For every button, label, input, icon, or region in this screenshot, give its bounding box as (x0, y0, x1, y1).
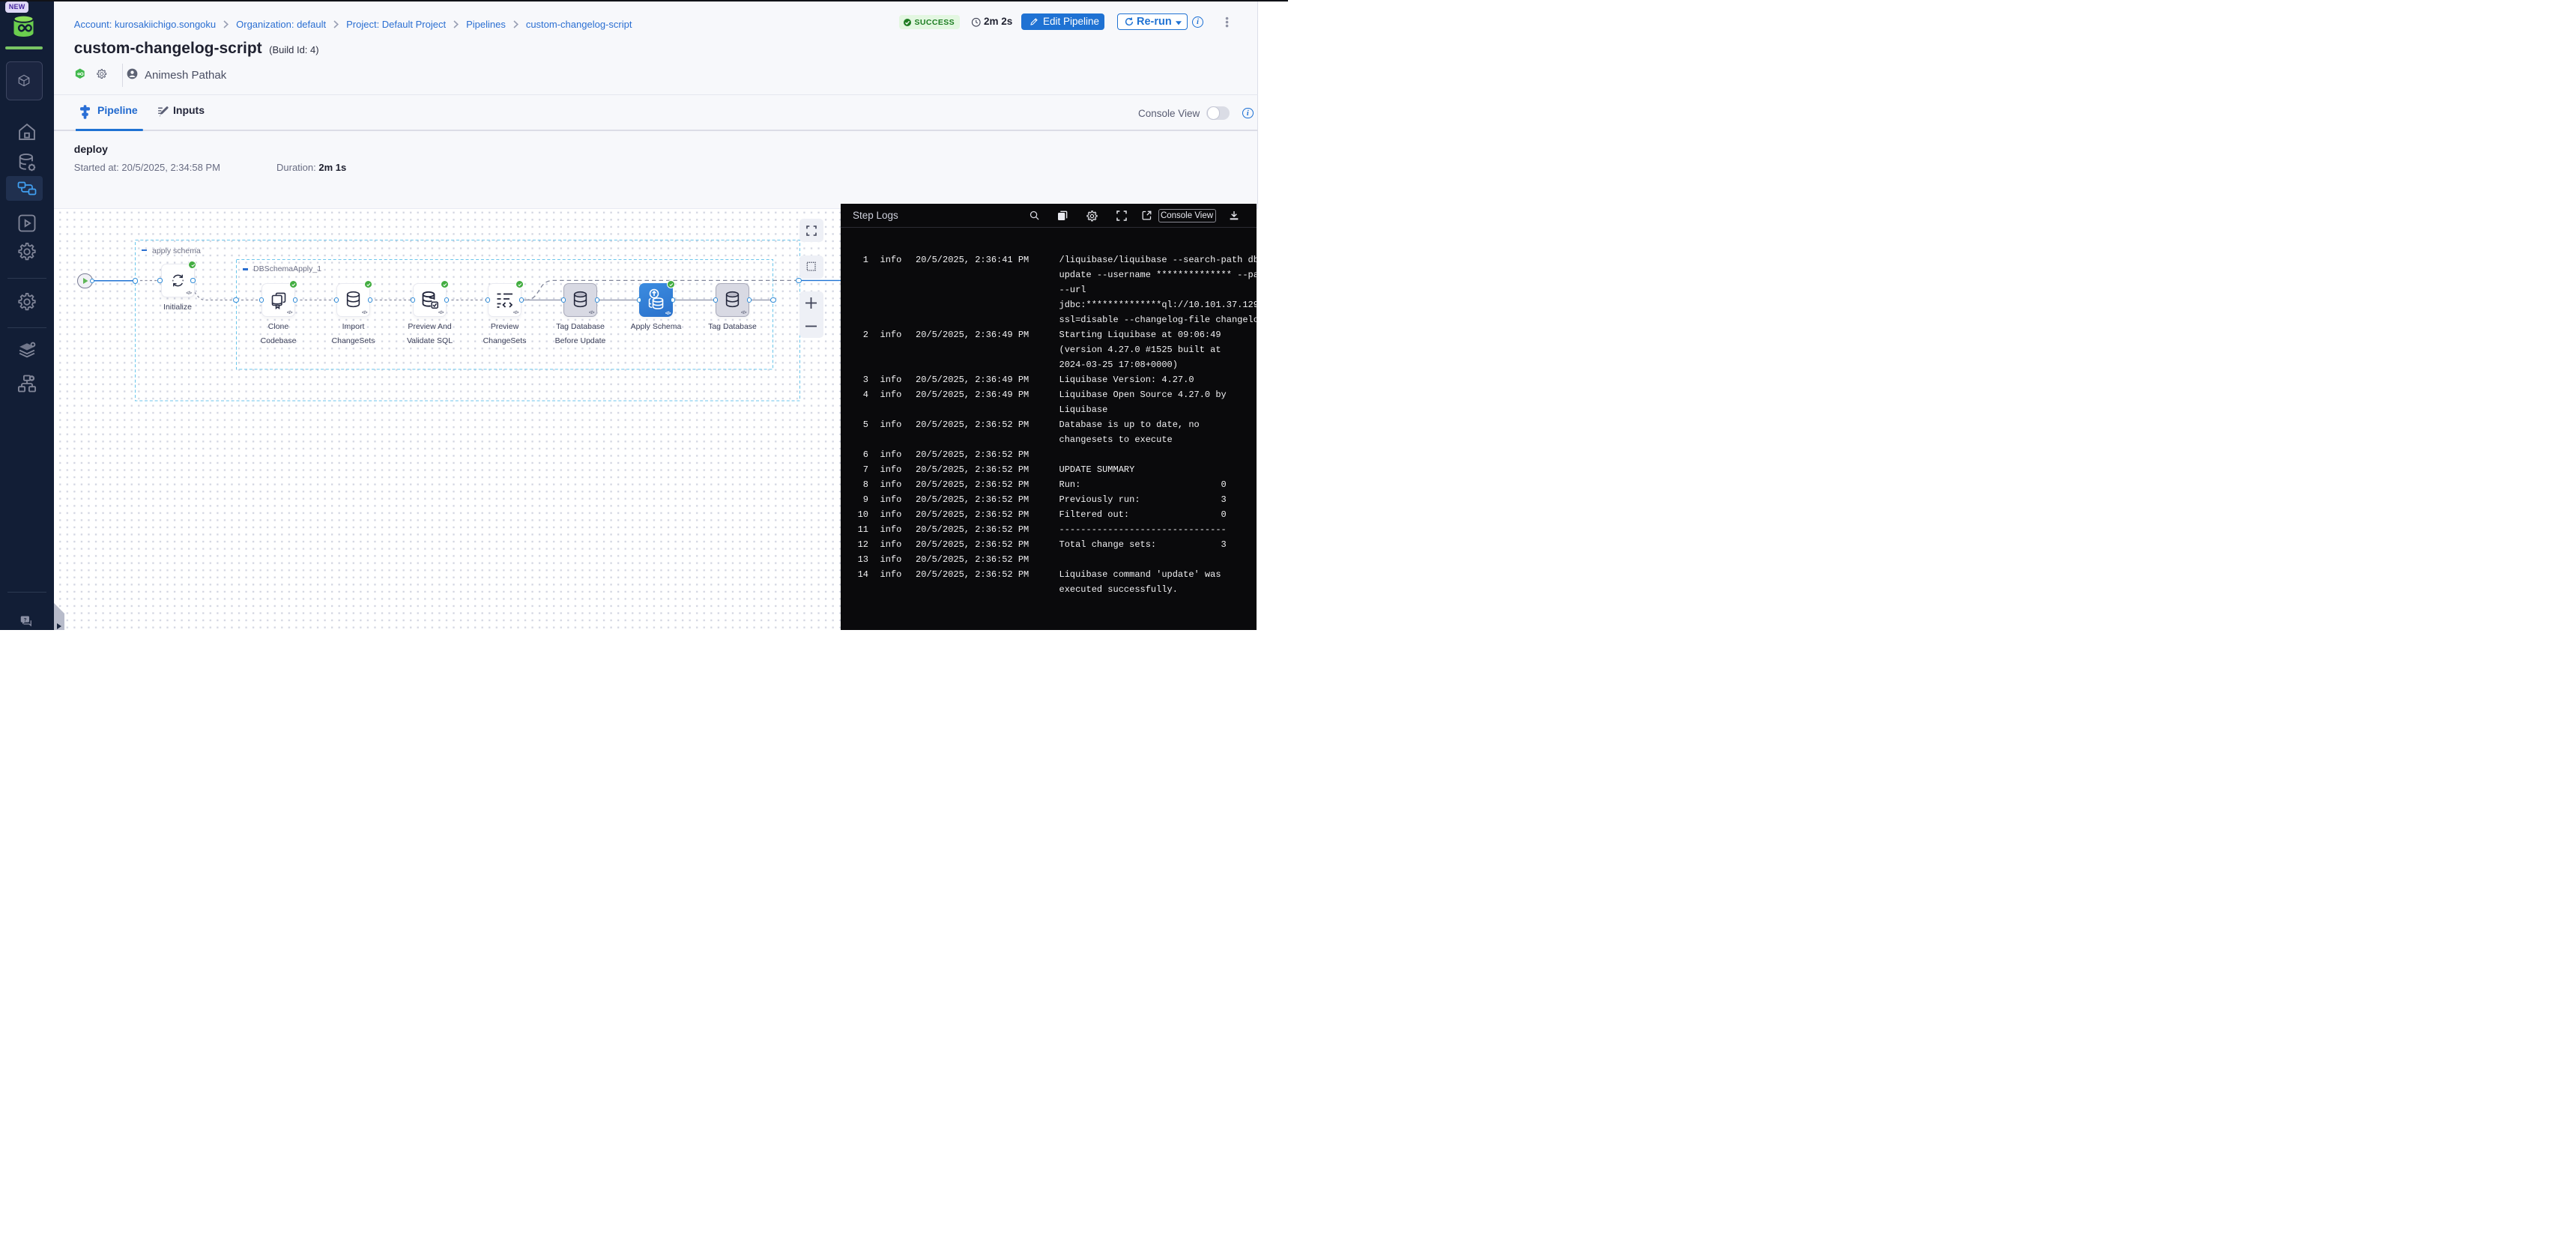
svg-text:?: ? (24, 617, 27, 623)
